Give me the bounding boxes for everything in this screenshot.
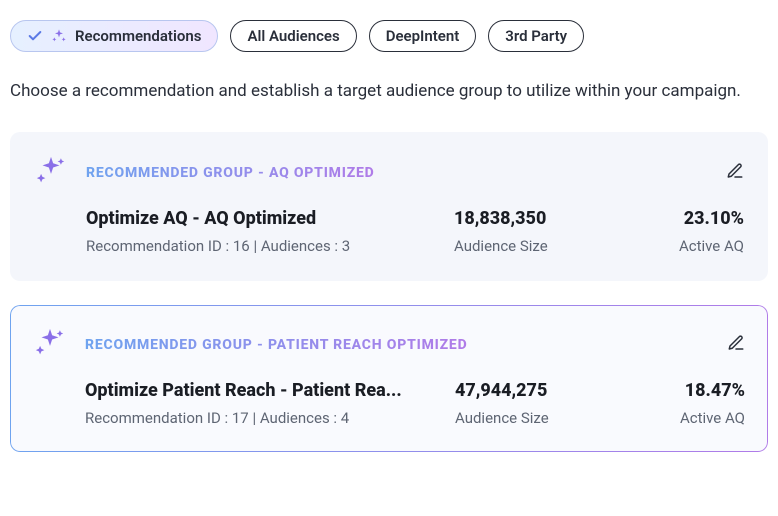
- active-aq-column: 18.47% Active AQ: [635, 380, 745, 427]
- active-aq-label: Active AQ: [635, 409, 745, 427]
- tab-label: DeepIntent: [386, 27, 460, 45]
- sparkles-icon: [34, 154, 68, 192]
- tab-all-audiences[interactable]: All Audiences: [230, 20, 356, 52]
- group-label: RECOMMENDED GROUP - PATIENT REACH OPTIMI…: [85, 337, 467, 353]
- audience-size-value: 18,838,350: [454, 208, 614, 229]
- card-body: Optimize Patient Reach - Patient Rea... …: [33, 380, 745, 427]
- recommendation-card[interactable]: RECOMMENDED GROUP - PATIENT REACH OPTIMI…: [10, 305, 768, 452]
- card-header: RECOMMENDED GROUP - AQ OPTIMIZED: [34, 154, 744, 192]
- recommendation-meta: Recommendation ID : 17 | Audiences : 4: [85, 409, 435, 427]
- tab-label: All Audiences: [247, 27, 339, 45]
- card-body: Optimize AQ - AQ Optimized Recommendatio…: [34, 208, 744, 255]
- audience-size-label: Audience Size: [454, 237, 614, 255]
- audience-size-column: 47,944,275 Audience Size: [455, 380, 615, 427]
- active-aq-value: 18.47%: [635, 380, 745, 401]
- tab-label: 3rd Party: [505, 27, 567, 45]
- recommendation-card[interactable]: RECOMMENDED GROUP - AQ OPTIMIZED Optimiz…: [10, 132, 768, 281]
- tab-recommendations[interactable]: Recommendations: [10, 20, 218, 52]
- title-column: Optimize AQ - AQ Optimized Recommendatio…: [86, 208, 434, 255]
- active-aq-column: 23.10% Active AQ: [634, 208, 744, 255]
- active-aq-label: Active AQ: [634, 237, 744, 255]
- audience-size-label: Audience Size: [455, 409, 615, 427]
- sparkles-icon: [51, 28, 67, 44]
- recommendation-meta: Recommendation ID : 16 | Audiences : 3: [86, 237, 434, 255]
- active-aq-value: 23.10%: [634, 208, 744, 229]
- title-column: Optimize Patient Reach - Patient Rea... …: [85, 380, 435, 427]
- tab-label: Recommendations: [75, 27, 201, 45]
- tab-deepintent[interactable]: DeepIntent: [369, 20, 477, 52]
- pencil-icon: [727, 334, 745, 356]
- edit-button[interactable]: [726, 162, 744, 184]
- recommendation-title: Optimize AQ - AQ Optimized: [86, 208, 434, 229]
- edit-button[interactable]: [727, 334, 745, 356]
- recommendation-title: Optimize Patient Reach - Patient Rea...: [85, 380, 435, 401]
- audience-size-column: 18,838,350 Audience Size: [454, 208, 614, 255]
- group-label: RECOMMENDED GROUP - AQ OPTIMIZED: [86, 165, 375, 181]
- sparkles-icon: [33, 326, 67, 364]
- tab-third-party[interactable]: 3rd Party: [488, 20, 584, 52]
- card-header: RECOMMENDED GROUP - PATIENT REACH OPTIMI…: [33, 326, 745, 364]
- check-icon: [27, 28, 43, 44]
- audience-size-value: 47,944,275: [455, 380, 615, 401]
- pencil-icon: [726, 162, 744, 184]
- page-description: Choose a recommendation and establish a …: [10, 78, 750, 104]
- tab-row: Recommendations All Audiences DeepIntent…: [10, 20, 768, 52]
